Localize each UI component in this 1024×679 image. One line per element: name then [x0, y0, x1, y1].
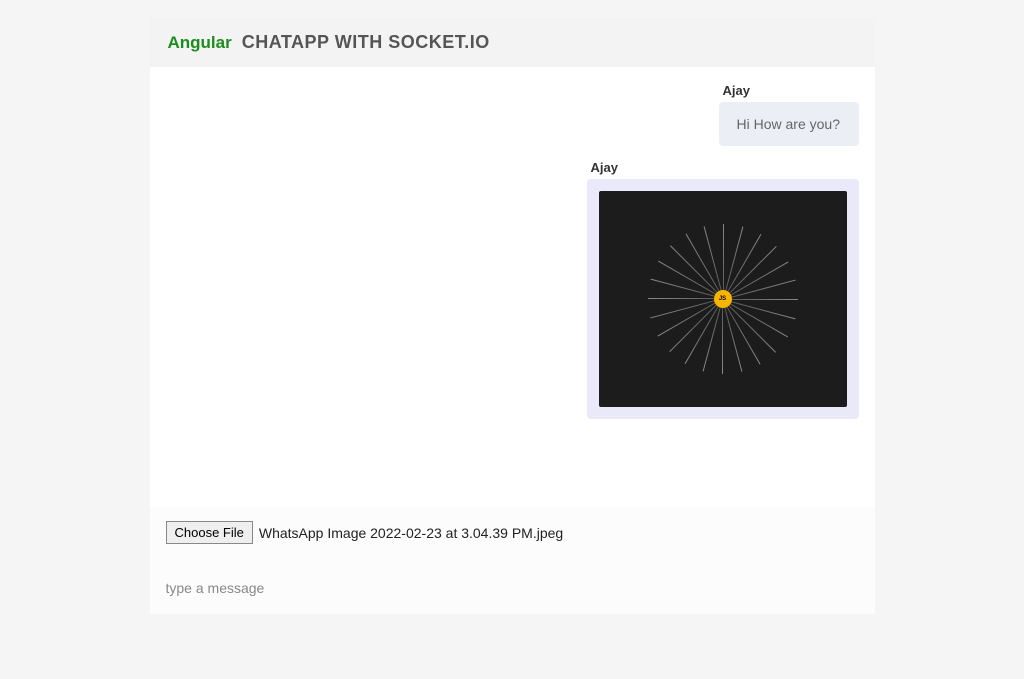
sender-label: Ajay — [723, 83, 750, 98]
brand-label: Angular — [168, 33, 232, 53]
chat-area: Ajay Hi How are you? Ajay — [150, 67, 875, 507]
image-bubble: JS — [587, 179, 859, 419]
message-group: Ajay — [587, 160, 859, 419]
footer: Choose File WhatsApp Image 2022-02-23 at… — [150, 507, 875, 614]
attached-image[interactable]: JS — [599, 191, 847, 407]
choose-file-button[interactable]: Choose File — [166, 521, 253, 544]
text-bubble: Hi How are you? — [719, 102, 859, 146]
sender-label: Ajay — [591, 160, 618, 175]
selected-file-name: WhatsApp Image 2022-02-23 at 3.04.39 PM.… — [259, 525, 563, 541]
file-picker-row: Choose File WhatsApp Image 2022-02-23 at… — [166, 521, 859, 544]
page-title: CHATAPP WITH SOCKET.IO — [242, 32, 490, 53]
message-group: Ajay Hi How are you? — [719, 83, 859, 146]
radial-diagram-icon: JS — [638, 214, 808, 384]
js-core-icon: JS — [714, 290, 732, 308]
app-container: Angular CHATAPP WITH SOCKET.IO Ajay Hi H… — [150, 18, 875, 614]
message-input[interactable] — [166, 580, 859, 596]
app-header: Angular CHATAPP WITH SOCKET.IO — [150, 18, 875, 67]
